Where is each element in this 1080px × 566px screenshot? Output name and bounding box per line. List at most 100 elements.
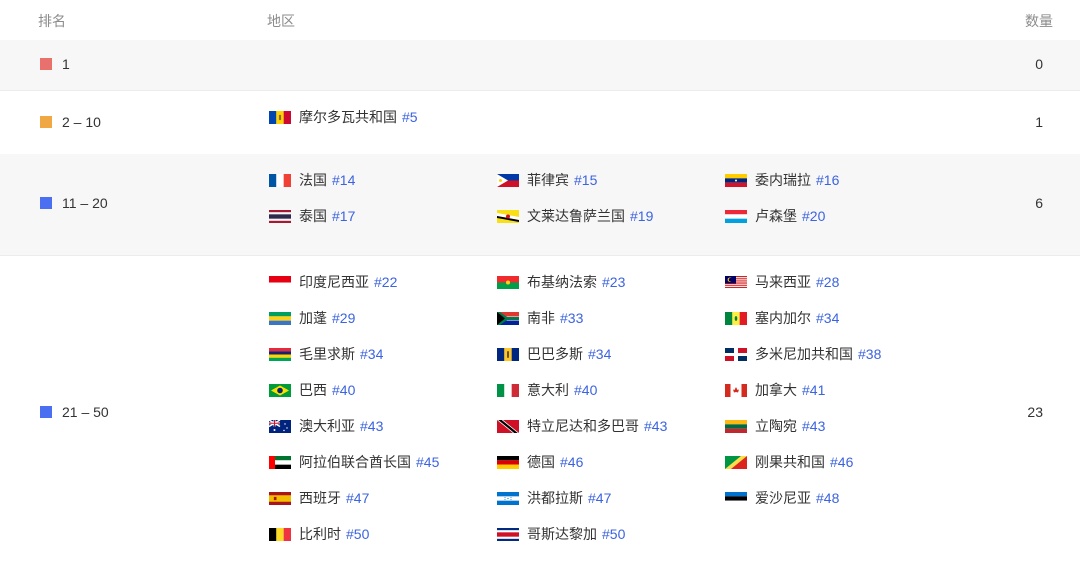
costa-rica-flag-icon (497, 527, 519, 541)
region-rank-link[interactable]: #43 (644, 418, 667, 434)
region-rank-link[interactable]: #23 (602, 274, 625, 290)
senegal-flag-icon (725, 311, 747, 325)
table-row: 21 – 50 印度尼西亚 #22 布基纳法索 #23 马来西亚 #28 加蓬 #29 南非 #33… (0, 255, 1080, 566)
region-rank-link[interactable]: #38 (858, 346, 881, 362)
region-item: 马来西亚 #28 (725, 272, 839, 292)
region-rank-link[interactable]: #40 (574, 382, 597, 398)
region-name: 菲律宾 (527, 172, 569, 188)
spain-flag-icon (269, 491, 291, 505)
region-name: 南非 (527, 310, 555, 326)
region-rank-link[interactable]: #34 (816, 310, 839, 326)
rank-range: 1 (40, 56, 70, 72)
region-item: 南非 #33 (497, 308, 583, 328)
region-item: 法国 #14 (269, 170, 355, 190)
table-header: 排名 地区 数量 (0, 0, 1080, 40)
region-name: 卢森堡 (755, 208, 797, 224)
region-item: 爱沙尼亚 #48 (725, 488, 839, 508)
region-rank-link[interactable]: #28 (816, 274, 839, 290)
gabon-flag-icon (269, 311, 291, 325)
region-item: 泰国 #17 (269, 206, 355, 226)
region-rank-link[interactable]: #46 (560, 454, 583, 470)
region-name: 印度尼西亚 (299, 274, 369, 290)
region-rank-link[interactable]: #20 (802, 208, 825, 224)
rank-column-header: 排名 (38, 13, 66, 29)
region-rank-link[interactable]: #34 (360, 346, 383, 362)
region-item: 卢森堡 #20 (725, 206, 825, 226)
region-rank-link[interactable]: #15 (574, 172, 597, 188)
region-name: 泰国 (299, 208, 327, 224)
belgium-flag-icon (269, 527, 291, 541)
region-name: 文莱达鲁萨兰国 (527, 208, 625, 224)
region-item: 哥斯达黎加 #50 (497, 524, 625, 544)
region-count: 1 (1035, 114, 1043, 130)
region-name: 塞内加尔 (755, 310, 811, 326)
trinidad-flag-icon (497, 419, 519, 433)
region-name: 马来西亚 (755, 274, 811, 290)
region-rank-link[interactable]: #19 (630, 208, 653, 224)
rank-range: 2 – 10 (40, 114, 101, 130)
region-rank-link[interactable]: #22 (374, 274, 397, 290)
region-rank-link[interactable]: #41 (802, 382, 825, 398)
region-name: 法国 (299, 172, 327, 188)
region-name: 意大利 (527, 382, 569, 398)
australia-flag-icon (269, 419, 291, 433)
region-item: 特立尼达和多巴哥 #43 (497, 416, 667, 436)
burkina-faso-flag-icon (497, 275, 519, 289)
region-item: 加拿大 #41 (725, 380, 825, 400)
region-name: 澳大利亚 (299, 418, 355, 434)
estonia-flag-icon (725, 491, 747, 505)
region-name: 加拿大 (755, 382, 797, 398)
region-rank-link[interactable]: #34 (588, 346, 611, 362)
region-item: 巴西 #40 (269, 380, 355, 400)
germany-flag-icon (497, 455, 519, 469)
region-rank-link[interactable]: #17 (332, 208, 355, 224)
region-item: 委内瑞拉 #16 (725, 170, 839, 190)
table-row: 10 (0, 40, 1080, 90)
table-row: 2 – 10 摩尔多瓦共和国 #5 1 (0, 90, 1080, 155)
region-item: 加蓬 #29 (269, 308, 355, 328)
region-rank-link[interactable]: #45 (416, 454, 439, 470)
region-rank-link[interactable]: #48 (816, 490, 839, 506)
region-rank-link[interactable]: #47 (346, 490, 369, 506)
region-item: 德国 #46 (497, 452, 583, 472)
region-name: 摩尔多瓦共和国 (299, 109, 397, 125)
italy-flag-icon (497, 383, 519, 397)
region-item: 洪都拉斯 #47 (497, 488, 611, 508)
region-name: 德国 (527, 454, 555, 470)
thailand-flag-icon (269, 209, 291, 223)
venezuela-flag-icon (725, 173, 747, 187)
rank-range: 21 – 50 (40, 404, 109, 420)
region-count: 6 (1035, 195, 1043, 211)
region-rank-link[interactable]: #29 (332, 310, 355, 326)
region-rank-link[interactable]: #33 (560, 310, 583, 326)
region-rank-link[interactable]: #5 (402, 109, 418, 125)
rank-color-swatch (40, 58, 52, 70)
congo-flag-icon (725, 455, 747, 469)
barbados-flag-icon (497, 347, 519, 361)
region-name: 阿拉伯联合酋长国 (299, 454, 411, 470)
region-rank-link[interactable]: #40 (332, 382, 355, 398)
region-rank-link[interactable]: #43 (802, 418, 825, 434)
region-rank-link[interactable]: #16 (816, 172, 839, 188)
luxembourg-flag-icon (725, 209, 747, 223)
philippines-flag-icon (497, 173, 519, 187)
region-rank-link[interactable]: #50 (602, 526, 625, 542)
region-rank-link[interactable]: #47 (588, 490, 611, 506)
indonesia-flag-icon (269, 275, 291, 289)
region-name: 西班牙 (299, 490, 341, 506)
region-name: 哥斯达黎加 (527, 526, 597, 542)
region-rank-link[interactable]: #50 (346, 526, 369, 542)
region-item: 巴巴多斯 #34 (497, 344, 611, 364)
count-column-header: 数量 (1025, 13, 1053, 29)
dominican-republic-flag-icon (725, 347, 747, 361)
region-name: 立陶宛 (755, 418, 797, 434)
region-rank-link[interactable]: #43 (360, 418, 383, 434)
region-item: 立陶宛 #43 (725, 416, 825, 436)
mauritius-flag-icon (269, 347, 291, 361)
region-rank-link[interactable]: #14 (332, 172, 355, 188)
region-item: 摩尔多瓦共和国 #5 (269, 107, 418, 127)
canada-flag-icon (725, 383, 747, 397)
region-rank-link[interactable]: #46 (830, 454, 853, 470)
region-item: 文莱达鲁萨兰国 #19 (497, 206, 653, 226)
region-item: 阿拉伯联合酋长国 #45 (269, 452, 439, 472)
